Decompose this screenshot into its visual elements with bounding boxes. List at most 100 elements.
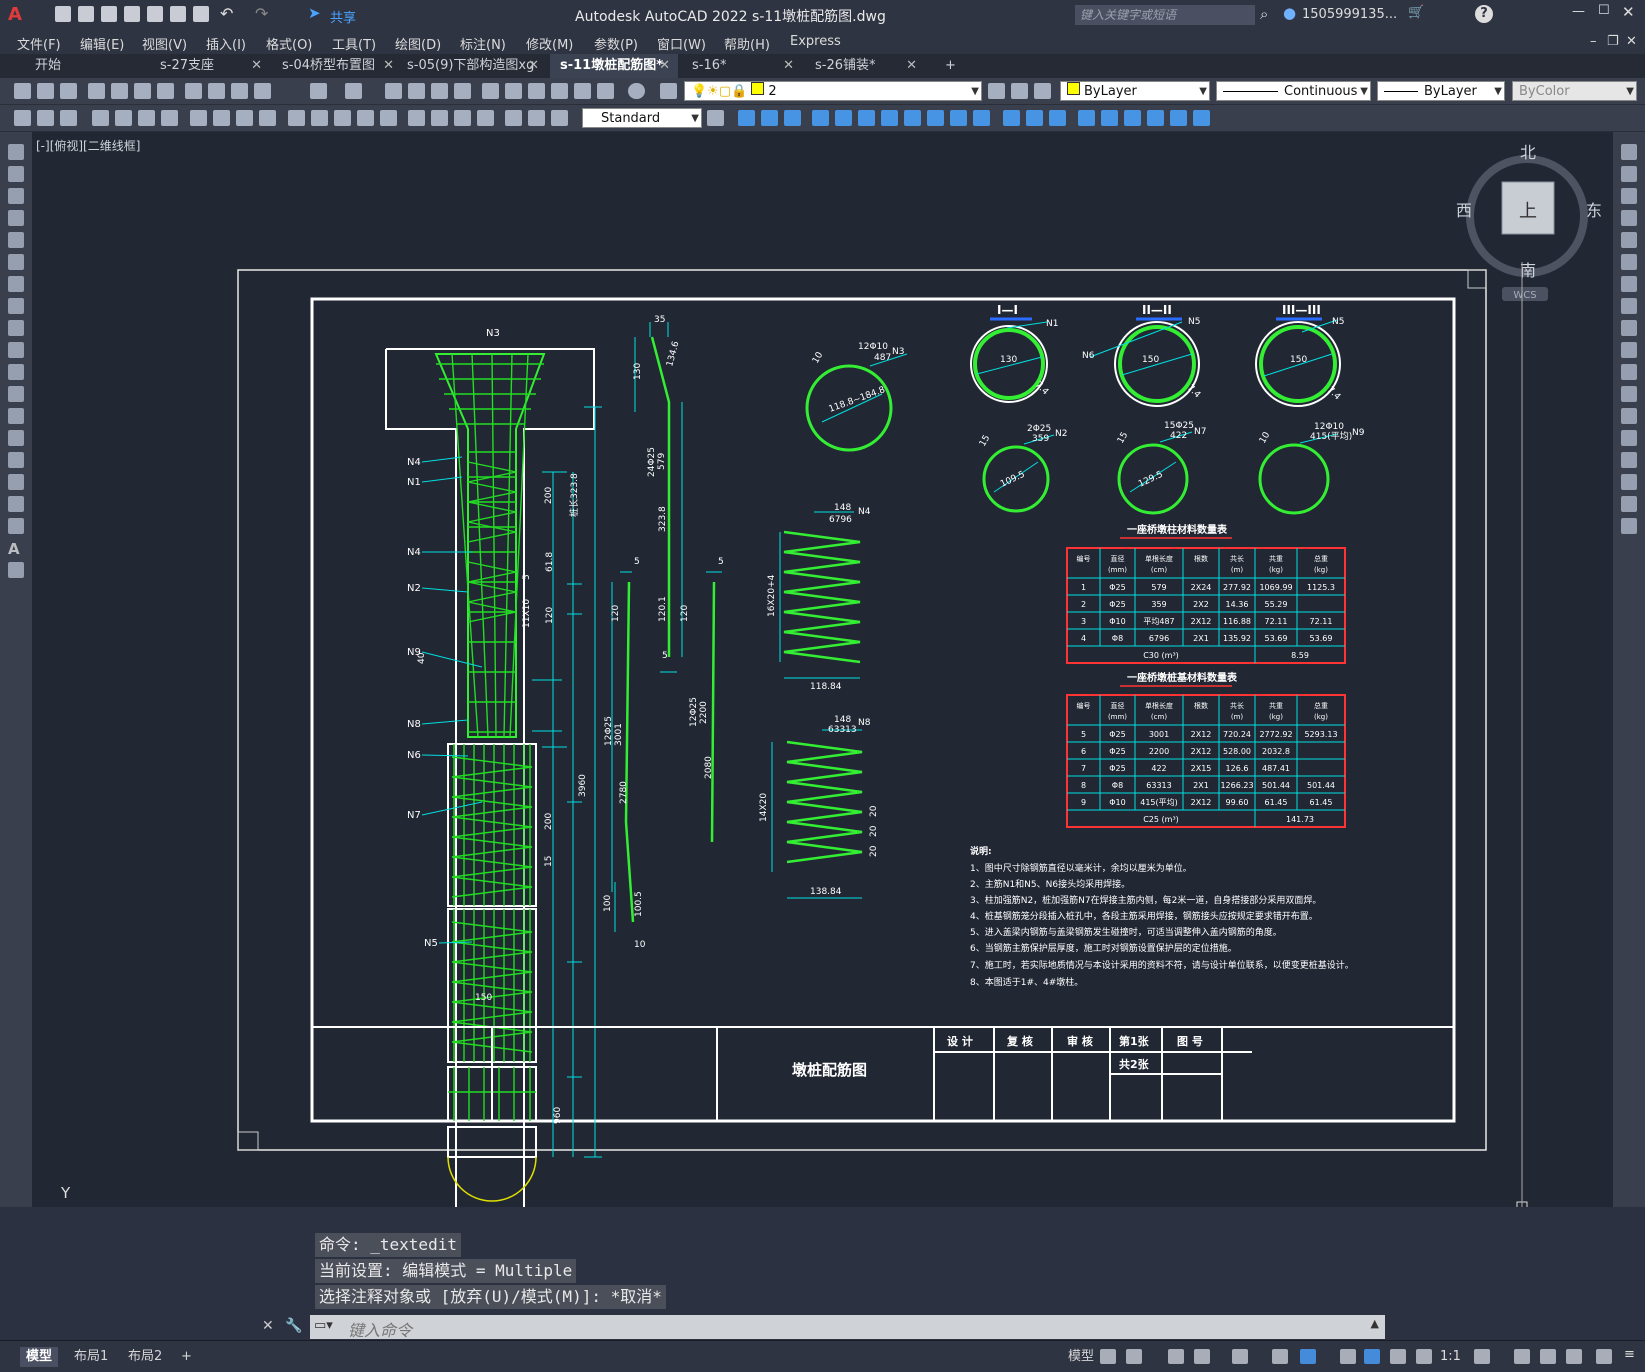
user-name[interactable]: 1505999135... [1302,7,1397,22]
layer-previous-icon[interactable] [1011,83,1028,99]
make-current-layer-icon[interactable] [988,83,1005,99]
menu-edit[interactable]: 编辑(E) [80,34,124,53]
make-block-icon[interactable] [8,408,24,424]
move-icon[interactable] [1621,254,1637,270]
zoom-previous-icon[interactable] [454,83,471,99]
layer-properties-icon[interactable] [660,83,677,99]
blend-icon[interactable] [1621,496,1637,512]
pan-icon[interactable] [385,83,402,99]
new-file-icon[interactable] [55,6,71,22]
menu-dimension[interactable]: 标注(N) [460,34,506,53]
properties-icon[interactable] [482,83,499,99]
menu-format[interactable]: 格式(O) [266,34,312,53]
viewcube-west[interactable]: 西 [1456,201,1472,220]
help-icon[interactable] [628,83,645,99]
stretch-icon[interactable] [1621,320,1637,336]
section-plane-icon[interactable] [1147,110,1164,126]
layer-dropdown[interactable]: 💡☀▢🔒 2 ▼ [684,81,982,101]
save-icon[interactable] [60,83,77,99]
spline-icon[interactable] [8,320,24,336]
layer-state-icon[interactable] [1034,83,1051,99]
new-icon[interactable] [14,83,31,99]
markup-icon[interactable] [574,83,591,99]
maximize-icon[interactable]: ☐ [1598,3,1610,18]
tool-palettes-icon[interactable] [528,83,545,99]
save-to-web-icon[interactable] [170,6,186,22]
table-icon[interactable] [8,518,24,534]
viewcube[interactable]: 上 北 南 西 东 WCS [1456,143,1602,301]
snap-icon[interactable] [1126,1349,1142,1364]
doc-restore-icon[interactable]: ❐ [1607,34,1619,49]
loft-icon[interactable] [1026,110,1043,126]
command-history-toggle[interactable]: ▲ [1371,1317,1379,1330]
calculator-icon[interactable] [597,83,614,99]
dim-aligned-icon[interactable] [115,110,132,126]
help-icon[interactable]: ? [1475,5,1493,23]
intersect-icon[interactable] [1124,110,1141,126]
circle-icon[interactable] [8,276,24,292]
dim-angular-icon[interactable] [259,110,276,126]
break-at-point-icon[interactable] [1621,386,1637,402]
dim-break-icon[interactable] [380,110,397,126]
paste-icon[interactable] [231,83,248,99]
sheet-set-icon[interactable] [551,83,568,99]
print-preview-icon[interactable] [111,83,128,99]
save-as-icon[interactable] [124,6,140,22]
add-selected-icon[interactable] [8,562,24,578]
region-icon[interactable] [8,496,24,512]
close-command-icon[interactable]: ✕ [262,1318,274,1334]
open-file-icon[interactable] [78,6,94,22]
chamfer-icon[interactable] [1621,452,1637,468]
add-layout-icon[interactable]: + [175,1347,198,1367]
menu-modify[interactable]: 修改(M) [526,34,573,53]
autocad-logo-icon[interactable]: A [8,4,26,25]
annotation-visibility-icon[interactable] [1364,1349,1380,1364]
redo-icon[interactable] [345,83,362,99]
dim-ordinate-icon[interactable] [161,110,178,126]
search-input[interactable]: 键入关键字或短语 [1075,5,1255,25]
hardware-acceleration-icon[interactable] [1566,1349,1582,1364]
share-button[interactable]: 共享 [330,7,356,26]
tab-close-icon[interactable]: ✕ [783,54,794,78]
tolerance-icon[interactable] [408,110,425,126]
undo-icon[interactable] [310,83,327,99]
offset-icon[interactable] [1621,210,1637,226]
linetype-dropdown[interactable]: Continuous ▼ [1216,81,1371,101]
command-input[interactable]: ▭▾ 键入命令 ▲ [310,1315,1385,1340]
doc-minimize-icon[interactable]: – [1590,34,1597,49]
design-center-icon[interactable] [505,83,522,99]
command-icon[interactable]: ▭▾ [314,1318,333,1333]
dim-linear-icon[interactable] [92,110,109,126]
undo-icon[interactable]: ↶ [220,4,233,23]
scale-icon[interactable] [1621,298,1637,314]
doc-close-icon[interactable]: ✕ [1626,34,1637,49]
clean-screen-icon[interactable] [1596,1349,1612,1364]
viewcube-north[interactable]: 北 [1520,143,1536,162]
menu-help[interactable]: 帮助(H) [724,34,770,53]
arc-icon[interactable] [8,254,24,270]
close-icon[interactable]: ✕ [1622,3,1635,21]
print-icon[interactable] [88,83,105,99]
aligned-dim-icon[interactable] [60,110,77,126]
search-icon[interactable]: ⌕ [1260,5,1268,23]
object-snap-tracking-icon[interactable] [1272,1349,1288,1364]
revcloud-icon[interactable] [8,298,24,314]
ellipse-arc-icon[interactable] [8,364,24,380]
extend-icon[interactable] [1621,364,1637,380]
tab-close-icon[interactable]: ✕ [528,54,539,78]
tab-close-icon[interactable]: ✕ [659,54,670,78]
polygon-icon[interactable] [8,210,24,226]
workspace-icon[interactable] [1474,1349,1490,1364]
lineweight-dropdown[interactable]: ByLayer ▼ [1377,81,1505,101]
menu-file[interactable]: 文件(F) [17,34,61,53]
tab-close-icon[interactable]: ✕ [251,54,262,78]
zoom-window-icon[interactable] [431,83,448,99]
customization-icon[interactable]: ≡ [1624,1347,1635,1362]
save-icon[interactable] [101,6,117,22]
cylinder-icon[interactable] [835,110,852,126]
cone-icon[interactable] [784,110,801,126]
plot-icon[interactable] [193,6,209,22]
tab-model[interactable]: 模型 [20,1347,59,1367]
wcs-menu[interactable]: WCS [1513,290,1536,301]
quick-dim-icon[interactable] [14,110,31,126]
